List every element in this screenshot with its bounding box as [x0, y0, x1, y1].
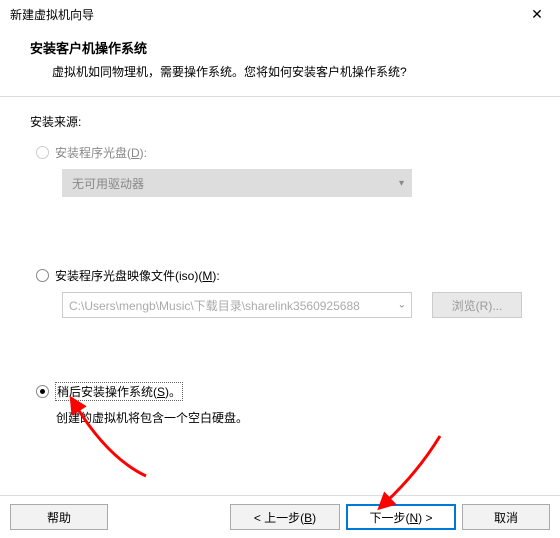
wizard-header: 安装客户机操作系统 虚拟机如同物理机，需要操作系统。您将如何安装客户机操作系统? — [0, 28, 560, 97]
option-installer-disc: 安装程序光盘(D): 无可用驱动器 ▾ — [36, 144, 530, 197]
next-button[interactable]: 下一步(N) > — [346, 504, 456, 530]
page-title: 安装客户机操作系统 — [30, 38, 530, 57]
dropdown-value: 无可用驱动器 — [72, 175, 144, 192]
radio-label-iso: 安装程序光盘映像文件(iso)(M): — [55, 267, 220, 284]
option-iso-file: 安装程序光盘映像文件(iso)(M): ⌄ 浏览(R)... — [36, 267, 530, 318]
help-button[interactable]: 帮助 — [10, 504, 108, 530]
titlebar: 新建虚拟机向导 ✕ — [0, 0, 560, 28]
radio-group: 安装程序光盘(D): 无可用驱动器 ▾ 安装程序光盘映像文件(iso)(M): … — [36, 144, 530, 426]
wizard-content: 安装来源: 安装程序光盘(D): 无可用驱动器 ▾ 安装程序光盘映像文件(iso… — [0, 97, 560, 426]
page-subtitle: 虚拟机如同物理机，需要操作系统。您将如何安装客户机操作系统? — [52, 63, 530, 80]
chevron-down-icon: ▾ — [399, 178, 404, 189]
radio-icon[interactable] — [36, 146, 49, 159]
radio-icon[interactable] — [36, 385, 49, 398]
option-install-later: 稍后安装操作系统(S)。 创建的虚拟机将包含一个空白硬盘。 — [36, 382, 530, 426]
wizard-footer: 帮助 < 上一步(B) 下一步(N) > 取消 — [0, 495, 560, 538]
radio-label-disc: 安装程序光盘(D): — [55, 144, 147, 161]
cancel-button[interactable]: 取消 — [462, 504, 550, 530]
browse-button[interactable]: 浏览(R)... — [432, 292, 522, 318]
close-icon[interactable]: ✕ — [514, 0, 560, 28]
blank-disk-hint: 创建的虚拟机将包含一个空白硬盘。 — [56, 409, 530, 426]
back-button[interactable]: < 上一步(B) — [230, 504, 340, 530]
drive-dropdown[interactable]: 无可用驱动器 ▾ — [62, 169, 412, 197]
iso-path-input[interactable] — [62, 292, 412, 318]
window-title: 新建虚拟机向导 — [10, 6, 94, 23]
radio-label-later: 稍后安装操作系统(S)。 — [55, 382, 183, 401]
radio-icon[interactable] — [36, 269, 49, 282]
install-source-label: 安装来源: — [30, 113, 530, 130]
